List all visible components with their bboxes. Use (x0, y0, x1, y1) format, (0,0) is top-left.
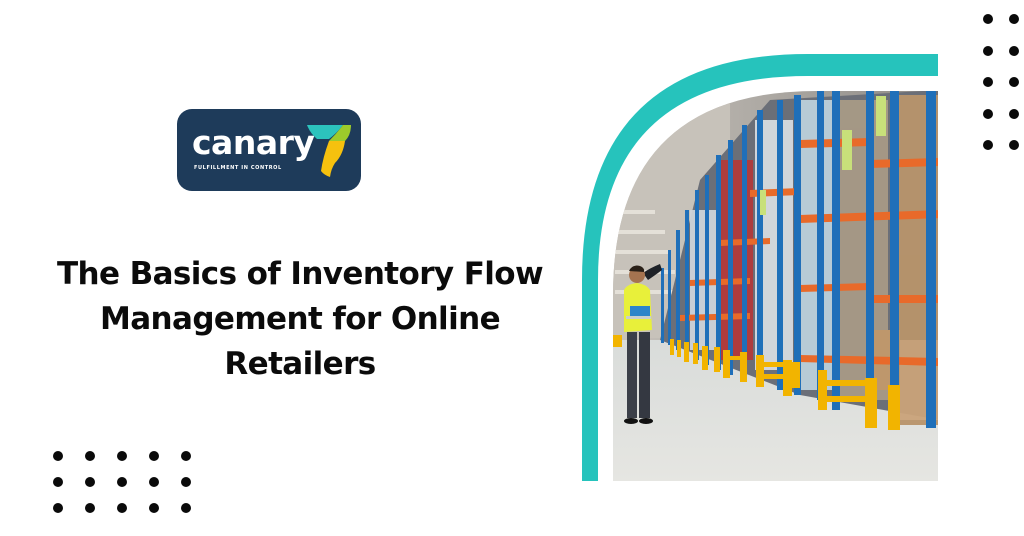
decorative-dot (117, 451, 127, 461)
decorative-dot (1009, 45, 1019, 56)
logo-tagline: FULFILLMENT IN CONTROL (194, 165, 282, 171)
headline-line-2: Management for Online (99, 301, 501, 337)
decorative-dot (149, 477, 159, 487)
decorative-dot (85, 451, 95, 461)
mark-yellow-segment (321, 141, 345, 177)
decorative-dot (983, 140, 993, 150)
decorative-dot (53, 503, 63, 513)
headline-line-3: Retailers (224, 346, 376, 382)
decorative-dot (149, 503, 159, 513)
decorative-dot (1009, 140, 1019, 150)
decorative-dot (149, 451, 159, 461)
headline-line-1: The Basics of Inventory Flow (56, 256, 544, 292)
decorative-dot (983, 77, 993, 87)
decorative-dot (181, 451, 191, 461)
decorative-dot (1009, 108, 1019, 119)
decorative-dot (983, 45, 993, 56)
logo-wordmark: canary (192, 123, 315, 162)
hero-image-frame (582, 54, 938, 481)
decorative-dot (983, 108, 993, 119)
decorative-dot (1009, 77, 1019, 87)
decorative-dot (117, 477, 127, 487)
decorative-dot (117, 503, 127, 513)
canary-mark-icon (307, 125, 351, 177)
canary-logo[interactable]: canary FULFILLMENT IN CONTROL (177, 109, 361, 191)
warehouse-photo (613, 91, 938, 481)
decorative-dot (181, 503, 191, 513)
decorative-dot (85, 503, 95, 513)
decorative-dot (53, 477, 63, 487)
decorative-dot (53, 451, 63, 461)
decorative-dot (983, 14, 993, 24)
decorative-dot (1009, 14, 1019, 24)
decorative-dot (85, 477, 95, 487)
page-headline: The Basics of Inventory Flow Management … (20, 252, 580, 387)
decorative-dot (181, 477, 191, 487)
